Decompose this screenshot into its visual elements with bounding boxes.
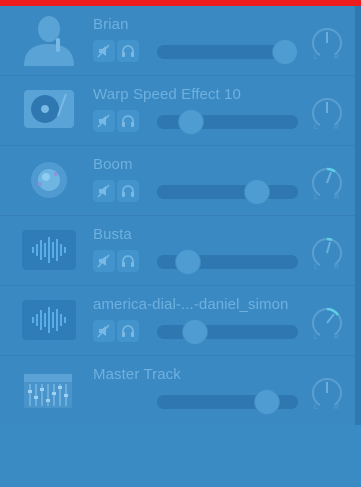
track-name: Brian [93,16,129,33]
volume-slider-thumb[interactable] [176,250,201,274]
solo-button[interactable] [117,110,139,132]
track-row: Brian L R [0,6,355,76]
mute-button[interactable] [93,40,115,62]
waveform-icon [20,294,78,346]
track-row: Master Track L R [0,356,355,425]
mute-button[interactable] [93,180,115,202]
speaker-mute-icon [97,254,110,268]
person-silhouette-icon [20,14,78,66]
volume-slider[interactable] [157,390,298,414]
solo-button[interactable] [117,180,139,202]
pan-right-label: R [334,194,340,201]
solo-button[interactable] [117,40,139,62]
headphones-icon [122,115,134,127]
burst-icon [20,154,78,206]
volume-slider-thumb[interactable] [254,390,279,414]
mute-button[interactable] [93,320,115,342]
track-name: america-dial-...-daniel_simon [93,296,289,313]
pan-right-label: R [334,54,340,61]
volume-slider[interactable] [157,250,298,274]
headphones-icon [122,255,134,267]
mixer-icon [20,364,78,416]
volume-slider-thumb[interactable] [245,180,270,204]
pan-knob[interactable]: L R [310,96,344,136]
headphones-icon [122,45,134,57]
track-row: Warp Speed Effect 10 L R [0,76,355,146]
volume-slider[interactable] [157,180,298,204]
track-name: Master Track [93,366,181,383]
volume-slider[interactable] [157,320,298,344]
pan-right-label: R [334,124,340,131]
speaker-mute-icon [97,184,110,198]
solo-button[interactable] [117,320,139,342]
speaker-mute-icon [97,114,110,128]
track-name: Warp Speed Effect 10 [93,86,241,103]
mute-button[interactable] [93,250,115,272]
track-row: Boom L R [0,146,355,216]
pan-left-label: L [314,334,318,341]
pan-knob[interactable]: L R [310,26,344,66]
volume-slider-thumb[interactable] [273,40,298,64]
pan-knob[interactable]: L R [310,236,344,276]
pan-knob[interactable]: L R [310,306,344,346]
speaker-mute-icon [97,324,110,338]
track-name: Busta [93,226,132,243]
pan-left-label: L [314,124,318,131]
pan-knob[interactable]: L R [310,166,344,206]
panel-right-edge [355,6,361,425]
pan-left-label: L [314,194,318,201]
waveform-icon [20,224,78,276]
volume-slider[interactable] [157,110,298,134]
headphones-icon [122,185,134,197]
pan-right-label: R [334,404,340,411]
pan-left-label: L [314,264,318,271]
pan-right-label: R [334,334,340,341]
track-row: america-dial-...-daniel_simon L R [0,286,355,356]
pan-knob[interactable]: L R [310,376,344,416]
pan-right-label: R [334,264,340,271]
volume-slider-thumb[interactable] [178,110,203,134]
track-list: Brian L R Warp Speed Effect 10 L R Boom … [0,6,355,425]
speaker-mute-icon [97,44,110,58]
track-name: Boom [93,156,133,173]
pan-left-label: L [314,404,318,411]
solo-button[interactable] [117,250,139,272]
mute-button[interactable] [93,110,115,132]
volume-slider[interactable] [157,40,298,64]
track-row: Busta L R [0,216,355,286]
volume-slider-thumb[interactable] [183,320,208,344]
pan-left-label: L [314,54,318,61]
turntable-icon [20,84,78,136]
headphones-icon [122,325,134,337]
